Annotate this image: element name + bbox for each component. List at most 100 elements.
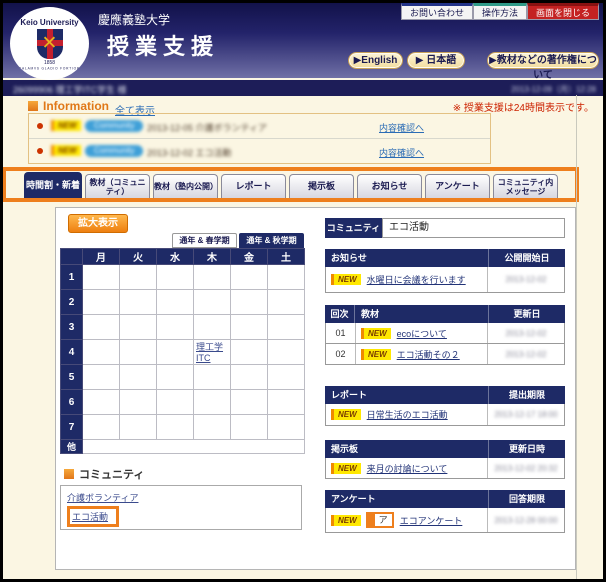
tab-timetable[interactable]: 時間割・新着 — [24, 172, 82, 198]
row-date: 2013-12-02 20:32 — [494, 464, 557, 473]
row-date: 2013-12-28 00:00 — [494, 516, 557, 525]
new-badge: NEW — [51, 145, 81, 156]
new-badge: NEW — [331, 515, 361, 526]
new-badge: NEW — [331, 409, 361, 420]
enlarge-button[interactable]: 拡大表示 — [68, 214, 128, 233]
row-date: 2013-12-17 18:00 — [494, 410, 557, 419]
period-label: 6 — [61, 390, 83, 415]
row-date: 2013-12-02 — [506, 329, 547, 338]
day-header: 水 — [157, 249, 194, 265]
tab-materials-public[interactable]: 教材（塾内公開） — [153, 174, 218, 198]
class-link[interactable]: 理工学 — [194, 340, 230, 353]
confirm-link[interactable]: 内容確認へ — [379, 146, 424, 159]
table-row: NEW ア エコアンケート 2013-12-28 00:00 — [325, 508, 565, 533]
header: 慶應義塾大学 授業支援 お問い合わせ 操作方法 画面を閉じる ▶English … — [3, 3, 603, 78]
survey-header: アンケート — [325, 490, 488, 508]
bullet-icon — [37, 148, 43, 154]
table-row: NEW 来月の討論について 2013-12-02 20:32 — [325, 458, 565, 479]
community-link[interactable]: 介護ボランティア — [67, 491, 138, 504]
materials-table: 回次 教材 更新日 01 NEW ecoについて 2013-12-02 02 N… — [325, 305, 565, 365]
tab-board[interactable]: 掲示板 — [289, 174, 354, 198]
board-link[interactable]: 来月の討論について — [367, 462, 448, 475]
semester-tab-spring[interactable]: 通年 & 春学期 — [172, 233, 237, 248]
tab-notice[interactable]: お知らせ — [357, 174, 422, 198]
information-list: NEW Community 2013-12-05 介護ボランティア 内容確認へ … — [28, 113, 491, 164]
timetable-corner — [61, 249, 83, 265]
community-link-highlighted[interactable]: エコ活動 — [67, 506, 119, 527]
logo-university-text: Keio University — [10, 18, 89, 27]
board-date-header: 更新日時 — [488, 440, 565, 458]
information-title: Information — [28, 99, 109, 113]
tab-community-message[interactable]: コミュニティ内メッセージ — [493, 174, 558, 198]
class-link[interactable]: ITC — [194, 353, 230, 363]
community-section-title: コミュニティ — [64, 466, 144, 482]
semester-tab-fall[interactable]: 通年 & 秋学期 — [239, 233, 304, 248]
period-label: 3 — [61, 315, 83, 340]
main-panel: 拡大表示 通年 & 春学期 通年 & 秋学期 月 火 水 木 金 土 1 2 — [55, 207, 576, 570]
period-label: 他 — [61, 440, 83, 454]
24h-note: ※ 授業支援は24時間表示です。 — [453, 99, 594, 114]
contact-button[interactable]: お問い合わせ — [401, 3, 473, 20]
notice-table: お知らせ 公開開始日 NEW 水曜日に会議を行います 2013-12-02 — [325, 249, 565, 293]
period-label: 7 — [61, 415, 83, 440]
info-item: NEW Community 2013-12-02 エコ活動 内容確認へ — [29, 139, 490, 164]
logo-year: 1858 — [10, 60, 89, 66]
content-right-divider — [576, 95, 577, 579]
session-number: 01 — [326, 323, 356, 343]
survey-table: アンケート 回答期限 NEW ア エコアンケート 2013-12-28 00:0… — [325, 490, 565, 533]
material-link[interactable]: ecoについて — [397, 327, 447, 340]
copyright-button[interactable]: ▶教材などの著作権について — [487, 52, 599, 69]
user-bar: 26099906 理工学ITC学生 様 2013-12-09（月）12:28 — [3, 80, 603, 96]
help-button[interactable]: 操作方法 — [473, 3, 527, 20]
row-date: 2013-12-02 — [506, 350, 547, 359]
new-badge: NEW — [361, 349, 391, 360]
day-header: 土 — [268, 249, 305, 265]
table-row: NEW 水曜日に会議を行います 2013-12-02 — [325, 267, 565, 293]
tab-survey[interactable]: アンケート — [425, 174, 490, 198]
notice-date-header: 公開開始日 — [488, 249, 565, 267]
day-header: 金 — [231, 249, 268, 265]
close-screen-button[interactable]: 画面を閉じる — [527, 3, 599, 20]
board-table: 掲示板 更新日時 NEW 来月の討論について 2013-12-02 20:32 — [325, 440, 565, 479]
language-row: ▶English ▶ 日本語 ▶教材などの著作権について — [3, 52, 603, 72]
session-number: 02 — [326, 344, 356, 364]
materials-date-header: 更新日 — [488, 305, 565, 323]
material-link[interactable]: エコ活動その２ — [397, 348, 460, 361]
report-link[interactable]: 日常生活のエコ活動 — [367, 408, 448, 421]
confirm-link[interactable]: 内容確認へ — [379, 121, 424, 134]
new-badge: NEW — [331, 274, 361, 285]
new-badge: NEW — [361, 328, 391, 339]
notice-link[interactable]: 水曜日に会議を行います — [367, 273, 466, 286]
header-buttons: お問い合わせ 操作方法 画面を閉じる — [401, 3, 599, 20]
period-label: 2 — [61, 290, 83, 315]
community-badge: Community — [85, 145, 143, 157]
community-field-label: コミュニティ — [325, 218, 382, 238]
japanese-button[interactable]: ▶ 日本語 — [407, 52, 465, 69]
info-item-text: 2013-12-02 エコ活動 — [147, 146, 232, 159]
shield-icon: ✕ — [37, 29, 63, 59]
survey-link[interactable]: エコアンケート — [400, 514, 463, 527]
report-header: レポート — [325, 386, 488, 404]
info-item: NEW Community 2013-12-05 介護ボランティア 内容確認へ — [29, 114, 490, 139]
keio-logo: Keio University ✕ 1858 CALAMVS GLADIO FO… — [10, 7, 89, 80]
page-frame: 慶應義塾大学 授業支援 お問い合わせ 操作方法 画面を閉じる ▶English … — [0, 0, 606, 582]
board-header: 掲示板 — [325, 440, 488, 458]
section-square-icon — [64, 469, 74, 479]
tab-report[interactable]: レポート — [221, 174, 286, 198]
current-datetime: 2013-12-09（月）12:28 — [511, 84, 596, 95]
screen: 慶應義塾大学 授業支援 お問い合わせ 操作方法 画面を閉じる ▶English … — [3, 3, 603, 579]
notice-header: お知らせ — [325, 249, 488, 267]
tab-bar-highlight-box: 時間割・新着 教材（コミュニティ） 教材（塾内公開） レポート 掲示板 お知らせ… — [3, 167, 579, 202]
bullet-icon — [37, 123, 43, 129]
new-badge: NEW — [331, 463, 361, 474]
materials-header: 教材 — [355, 305, 488, 323]
english-button[interactable]: ▶English — [348, 52, 403, 69]
class-cell: 理工学 ITC — [194, 340, 231, 365]
table-row: 01 NEW ecoについて 2013-12-02 — [325, 323, 565, 344]
survey-type-icon: ア — [366, 512, 394, 528]
info-item-text: 2013-12-05 介護ボランティア — [147, 121, 267, 134]
community-field: コミュニティ エコ活動 — [325, 218, 565, 238]
tab-materials-community[interactable]: 教材（コミュニティ） — [85, 174, 150, 198]
university-name: 慶應義塾大学 — [98, 11, 170, 28]
period-label: 5 — [61, 365, 83, 390]
